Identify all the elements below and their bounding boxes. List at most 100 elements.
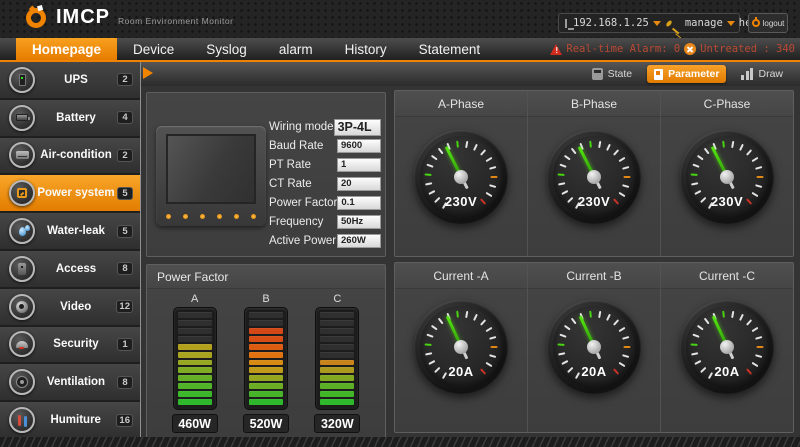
power-factor-title: Power Factor <box>147 265 385 289</box>
access-icon <box>9 256 35 282</box>
power-meter-icon <box>9 180 35 206</box>
sidebar-item-video[interactable]: Video12 <box>0 289 140 327</box>
gauge-title: C-Phase <box>661 91 793 117</box>
fan-icon <box>9 369 35 395</box>
draw-label: Draw <box>758 68 783 80</box>
untreated-alarm-text: Untreated : 340 <box>700 43 795 55</box>
sidebar-item-label: Security <box>35 338 117 350</box>
realtime-alarm-warning-icon: ! <box>550 44 562 55</box>
analog-gauge: 20A <box>547 300 641 394</box>
sidebar-item-battery[interactable]: Battery4 <box>0 100 140 138</box>
power-meter-device-image <box>156 126 266 226</box>
parameter-label: Parameter <box>668 68 719 80</box>
gauge-value: 230V <box>680 194 774 209</box>
bar-meter <box>173 307 217 410</box>
gauge-title: Current -B <box>528 263 660 289</box>
power-bar-a: A460W <box>170 293 220 433</box>
sidebar-item-label: Humiture <box>35 414 116 426</box>
ip-dropdown-arrow-icon[interactable] <box>653 21 661 26</box>
sidebar-item-label: Water-leak <box>35 225 117 237</box>
tab-homepage[interactable]: Homepage <box>16 38 117 60</box>
sidebar-item-ups[interactable]: UPS2 <box>0 62 140 100</box>
draw-button[interactable]: Draw <box>734 65 790 83</box>
key-icon[interactable] <box>665 19 673 27</box>
gauge-column-c-phase: C-Phase 230V <box>660 91 793 256</box>
imcp-logo-icon <box>24 5 48 29</box>
count-badge: 4 <box>117 111 133 124</box>
manage-dropdown-arrow-icon[interactable] <box>727 21 735 26</box>
analog-gauge: 20A <box>680 300 774 394</box>
setting-value-field[interactable]: 1 <box>337 158 381 172</box>
setting-value-field[interactable]: 0.1 <box>337 196 381 210</box>
sidebar-item-water-leak[interactable]: Water-leak5 <box>0 213 140 251</box>
power-bar-b: B520W <box>241 293 291 433</box>
app-header: IMCP Room Environment Monitor 192.168.1.… <box>0 0 800 38</box>
logout-label: logout <box>763 19 785 28</box>
sidebar-item-label: Power system <box>35 187 117 199</box>
tab-alarm[interactable]: alarm <box>263 38 329 60</box>
draw-chart-icon <box>741 68 753 80</box>
setting-value-field[interactable]: 50Hz <box>337 215 381 229</box>
sidebar-item-power-system[interactable]: Power system5 <box>0 175 140 213</box>
gauge-value: 20A <box>414 364 508 379</box>
count-badge: 2 <box>117 149 133 162</box>
sidebar-item-label: UPS <box>35 74 117 86</box>
power-factor-panel: Power Factor A460W B520W C 320W <box>146 264 386 438</box>
sidebar-item-access[interactable]: Access8 <box>0 251 140 289</box>
logout-button[interactable]: logout <box>748 13 788 33</box>
tab-device[interactable]: Device <box>117 38 190 60</box>
footer-stripe <box>0 437 800 447</box>
water-drop-icon <box>9 218 35 244</box>
state-button[interactable]: State <box>585 65 640 83</box>
setting-label: Power Factor <box>269 197 337 209</box>
count-badge: 8 <box>117 262 133 275</box>
bar-value: 320W <box>314 414 360 433</box>
power-icon <box>752 19 760 27</box>
security-dome-icon <box>9 331 35 357</box>
gauge-value: 20A <box>547 364 641 379</box>
gauge-title: Current -A <box>395 263 527 289</box>
gauge-column-current-c: Current -C 20A <box>660 263 793 432</box>
collapse-arrow-icon[interactable] <box>143 67 153 79</box>
setting-value-field[interactable]: 9600 <box>337 139 381 153</box>
device-screen <box>166 134 256 204</box>
main-nav: Homepage Device Syslog alarm History Sta… <box>0 38 800 62</box>
setting-value-field[interactable]: 260W <box>337 234 381 248</box>
count-badge: 2 <box>117 73 133 86</box>
tab-history[interactable]: History <box>329 38 403 60</box>
manage-menu[interactable]: manage <box>685 17 723 29</box>
setting-label: CT Rate <box>269 178 337 190</box>
gauge-value: 20A <box>680 364 774 379</box>
sidebar-item-humiture[interactable]: Humiture16 <box>0 402 140 440</box>
gauge-column-b-phase: B-Phase230V <box>527 91 660 256</box>
analog-gauge: 20A <box>414 300 508 394</box>
thermometer-icon <box>9 407 35 433</box>
analog-gauge: 230V <box>414 130 508 224</box>
gauge-title: Current -C <box>661 263 793 289</box>
count-badge: 5 <box>117 187 133 200</box>
sidebar-item-air-condition[interactable]: Air-condition2 <box>0 138 140 176</box>
brand: IMCP Room Environment Monitor <box>26 6 233 29</box>
host-info-box: 192.168.1.25 manage help <box>558 13 740 33</box>
sidebar-item-ventilation[interactable]: Ventilation8 <box>0 364 140 402</box>
parameter-button[interactable]: Parameter <box>647 65 726 83</box>
ip-address[interactable]: 192.168.1.25 <box>573 17 649 29</box>
sidebar-item-label: Ventilation <box>35 376 117 388</box>
analog-gauge: 230V <box>547 130 641 224</box>
bar-value: 520W <box>243 414 289 433</box>
bar-meter <box>244 307 288 410</box>
setting-value-field[interactable]: 20 <box>337 177 381 191</box>
bar-value: 460W <box>172 414 218 433</box>
parameter-icon <box>654 69 663 80</box>
battery-icon <box>9 105 35 131</box>
power-bar-c: C 320W <box>312 293 362 433</box>
tab-statement[interactable]: Statement <box>403 38 497 60</box>
untreated-alarm-icon <box>684 43 696 55</box>
app-subtitle: Room Environment Monitor <box>118 16 233 26</box>
tab-syslog[interactable]: Syslog <box>190 38 263 60</box>
monitor-icon <box>565 19 567 28</box>
setting-value-field[interactable]: 3P-4L <box>334 119 381 136</box>
analog-gauge: 230V <box>680 130 774 224</box>
sidebar-item-security[interactable]: Security1 <box>0 327 140 365</box>
bar-letter: C <box>333 293 341 307</box>
